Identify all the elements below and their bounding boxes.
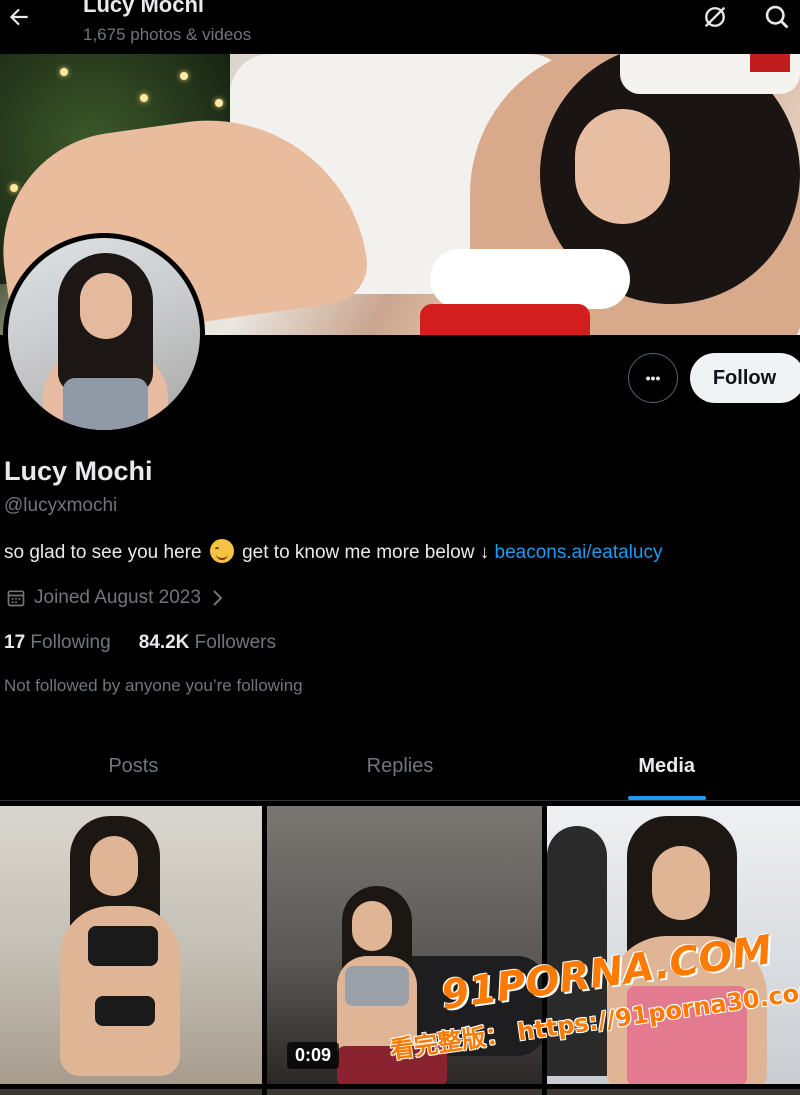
follow-stats: 17 Following 84.2K Followers [4,632,276,654]
more-options-button[interactable]: ••• [628,353,678,403]
search-icon [765,5,789,29]
calendar-icon [7,590,25,607]
grok-button[interactable] [700,2,730,32]
profile-header: Lucy Mochi 1,675 photos & videos [0,0,800,54]
banner-hat-red [750,54,790,72]
smiling-face-emoji-icon [209,539,234,563]
avatar-image [8,238,200,430]
search-button[interactable] [762,2,792,32]
follow-button[interactable]: Follow [690,353,800,403]
bio-link[interactable]: beacons.ai/eatalucy [495,542,663,563]
following-label: Following [30,632,111,653]
back-button[interactable] [4,2,34,32]
joined-text: Joined August 2023 [34,587,201,608]
video-duration: 0:09 [287,1042,340,1069]
banner-light [60,68,68,76]
media-thumbnail-partial[interactable] [267,1089,542,1095]
media-thumbnail-partial[interactable] [547,1089,800,1095]
grok-icon [704,6,726,28]
avatar[interactable] [3,233,205,435]
profile-bio: so glad to see you here get to know me m… [4,539,662,564]
chevron-right-icon[interactable] [209,588,225,608]
profile-tabs: Posts Replies Media [0,733,800,801]
banner-light [180,72,188,80]
bio-text: so glad to see you here [4,542,202,563]
media-thumbnail[interactable] [0,806,262,1084]
bio-text-2: get to know me more below ↓ [242,542,490,563]
tab-posts[interactable]: Posts [0,733,267,800]
banner-light [140,94,148,102]
header-post-count: 1,675 photos & videos [83,25,252,44]
followers-label: Followers [194,632,276,653]
followers-count: 84.2K [138,632,190,653]
not-followed-notice: Not followed by anyone you’re following [4,676,303,695]
header-title: Lucy Mochi [83,0,205,17]
banner-red-outfit [420,304,590,335]
banner-face [575,109,670,224]
banner-light [10,184,18,192]
media-thumbnail-partial[interactable] [0,1089,262,1095]
banner-light [215,99,223,107]
following-count: 17 [4,632,26,653]
followers-link[interactable]: 84.2K Followers [139,632,276,654]
more-icon: ••• [645,370,661,386]
following-link[interactable]: 17 Following [4,632,111,654]
banner-fur-trim [430,249,630,309]
arrow-left-icon [9,8,28,26]
profile-name: Lucy Mochi [4,456,153,486]
tab-replies[interactable]: Replies [267,733,534,800]
tab-media[interactable]: Media [533,733,800,800]
profile-handle: @lucyxmochi [4,495,118,516]
joined-date: Joined August 2023 [6,587,225,609]
